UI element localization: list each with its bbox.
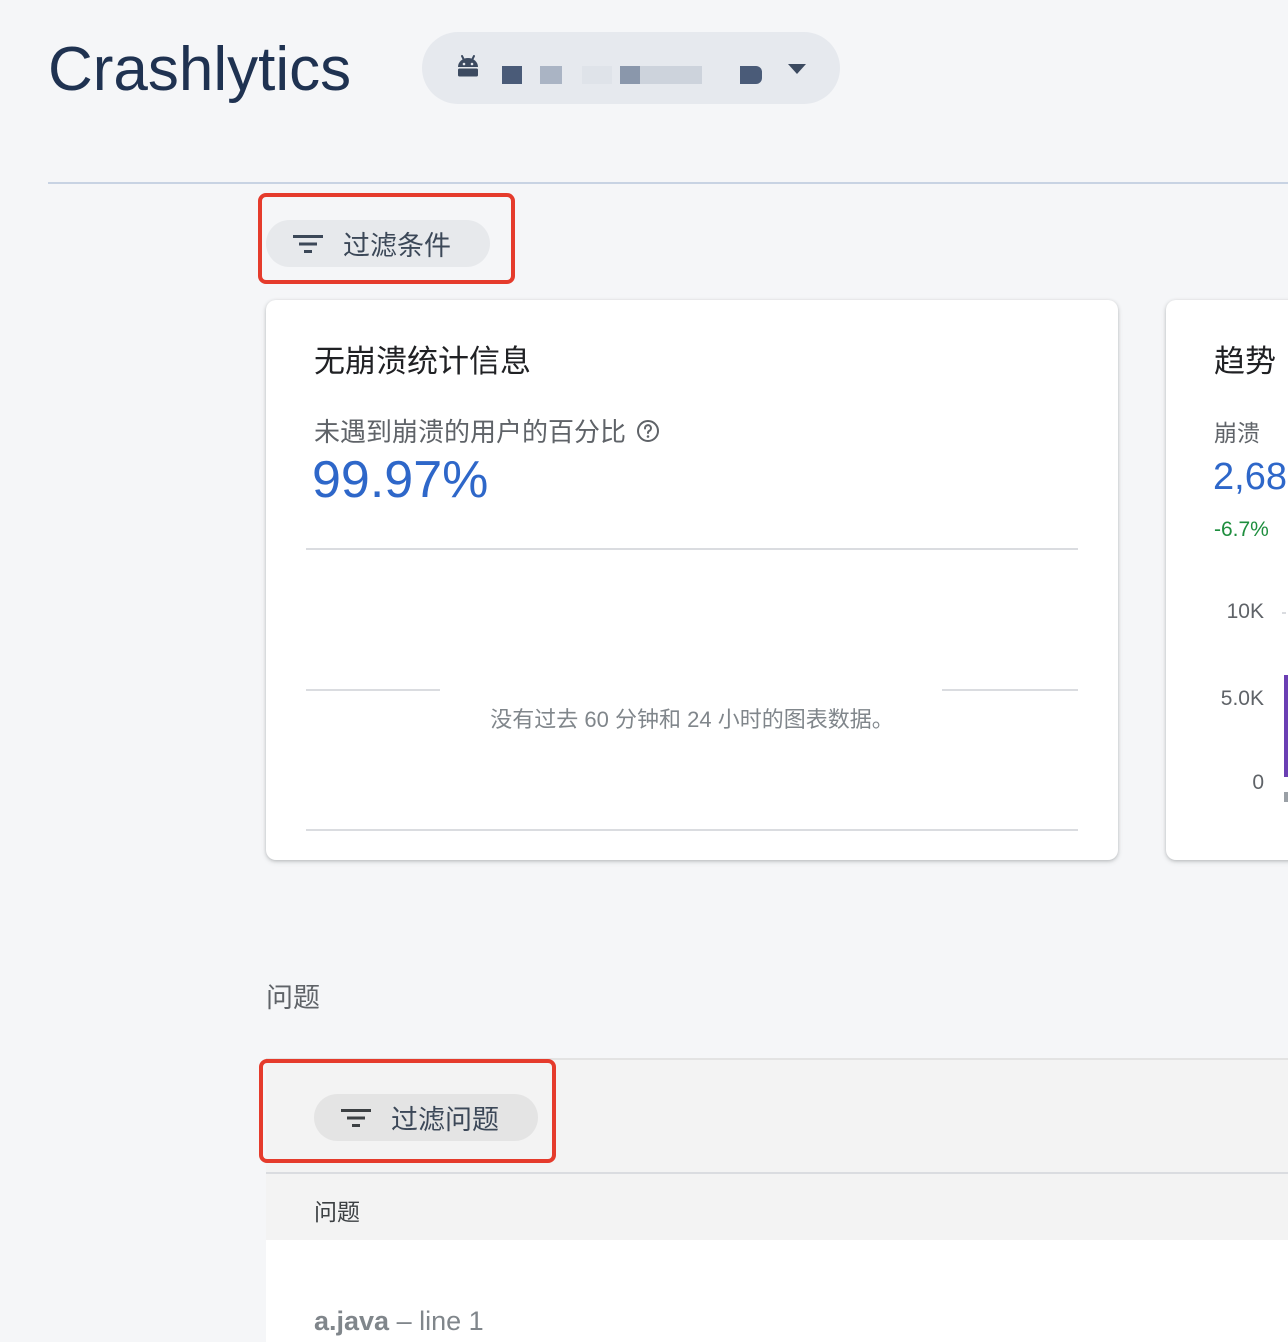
column-header-issue[interactable]: 问题	[314, 1193, 360, 1227]
issues-section-label: 问题	[266, 983, 320, 1013]
y-axis-tick: 5.0K	[1220, 687, 1264, 710]
trends-card: 趋势 崩溃 2,68 -6.7% 10K 5.0K 0	[1166, 300, 1288, 860]
table-header: 问题	[266, 1172, 1288, 1242]
filter-button-label: 过滤条件	[343, 231, 451, 261]
crash-free-percentage: 99.97%	[312, 451, 489, 509]
y-axis-tick: 0	[1252, 771, 1264, 794]
filter-button[interactable]: 过滤条件	[266, 220, 490, 267]
divider	[306, 548, 1078, 550]
chart-bar	[1284, 675, 1288, 777]
filter-list-icon	[293, 234, 323, 253]
chart-gridline	[1282, 612, 1286, 614]
empty-chart-message: 没有过去 60 分钟和 24 小时的图表数据。	[490, 707, 894, 732]
crash-delta: -6.7%	[1214, 518, 1269, 541]
metric-label: 未遇到崩溃的用户的百分比	[314, 417, 627, 447]
app-picker[interactable]	[422, 32, 840, 104]
crash-count: 2,68	[1213, 456, 1287, 498]
metric-label: 崩溃	[1214, 420, 1260, 446]
chart-gridline	[942, 689, 1078, 691]
chart-axis-tick	[1284, 792, 1288, 802]
card-title: 无崩溃统计信息	[314, 344, 531, 379]
header-divider	[48, 182, 1288, 184]
table-body: a.java – line 1	[266, 1240, 1288, 1342]
metric-label-row: 未遇到崩溃的用户的百分比	[314, 412, 660, 449]
arrow-drop-down-icon[interactable]	[786, 62, 808, 76]
table-row[interactable]: a.java – line 1	[314, 1306, 484, 1337]
chart-baseline	[306, 829, 1078, 831]
y-axis-tick: 10K	[1226, 600, 1264, 623]
crash-free-stats-card: 无崩溃统计信息 未遇到崩溃的用户的百分比 99.97% 没有过去 60 分钟和 …	[266, 300, 1118, 860]
android-icon	[458, 55, 478, 77]
page-title: Crashlytics	[48, 35, 352, 104]
help-outline-icon[interactable]	[636, 419, 660, 443]
chart-gridline	[306, 689, 440, 691]
app-name-redacted	[502, 58, 762, 86]
issue-line: line 1	[419, 1306, 484, 1336]
card-title: 趋势	[1214, 344, 1276, 379]
issue-separator: –	[389, 1306, 420, 1336]
filter-issues-highlight-box	[259, 1059, 556, 1163]
issue-file-name: a.java	[314, 1306, 390, 1336]
